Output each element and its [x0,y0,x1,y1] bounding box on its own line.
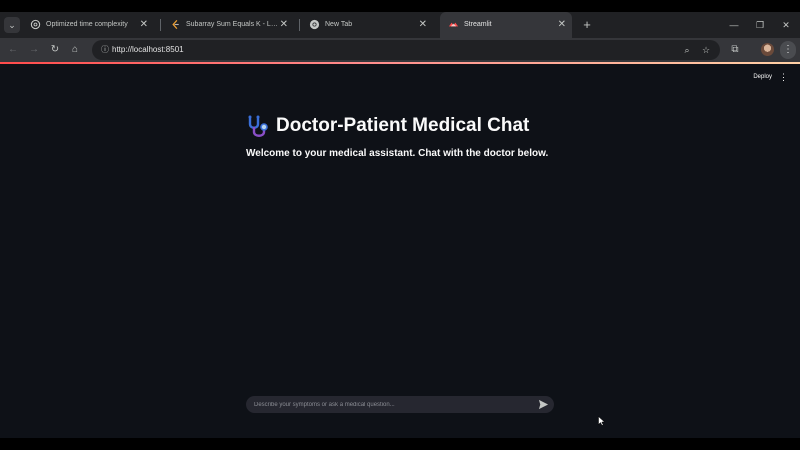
streamlit-app: Deploy ⋮ Doctor-Patient Medical Chat Wel… [0,64,800,438]
address-bar[interactable]: ⓘ http://localhost:8501 ⌕ ☆ [92,40,720,60]
openai-icon [30,19,41,30]
home-icon[interactable]: ⌂ [67,42,83,58]
browser-toolbar: ← → ↻ ⌂ ⓘ http://localhost:8501 ⌕ ☆ ⧉ ⋮ [0,38,800,62]
close-tab-icon[interactable]: ✕ [419,12,427,38]
tab-label: Optimized time complexity [46,21,128,28]
forward-icon[interactable]: → [26,42,42,58]
chat-input-container [246,396,554,413]
back-icon[interactable]: ← [5,42,21,58]
send-icon[interactable] [538,399,549,410]
address-url[interactable]: http://localhost:8501 [112,40,184,60]
mouse-cursor-icon [598,416,606,426]
tab-label: Subarray Sum Equals K - LeetCode [186,21,278,28]
browser-menu-icon[interactable]: ⋮ [780,41,796,59]
tab-new-tab[interactable]: New Tab ✕ [301,12,433,38]
close-window-icon[interactable]: ✕ [773,12,799,38]
tab-leetcode[interactable]: Subarray Sum Equals K - LeetCode ✕ [162,12,294,38]
streamlit-icon [448,22,459,27]
close-tab-icon[interactable]: ✕ [140,12,148,38]
close-tab-icon[interactable]: ✕ [280,12,288,38]
app-menu-icon[interactable]: ⋮ [779,72,788,83]
tab-divider [160,19,161,31]
zoom-icon[interactable]: ⌕ [680,43,694,57]
tab-optimized-time-complexity[interactable]: Optimized time complexity ✕ [22,12,154,38]
chrome-icon [309,19,320,30]
tab-label: New Tab [325,21,353,28]
new-tab-button[interactable]: + [580,16,594,34]
deploy-button[interactable]: Deploy [753,74,772,80]
close-tab-icon[interactable]: ✕ [558,12,566,38]
tab-search-icon[interactable]: ⌄ [4,17,20,33]
minimize-icon[interactable]: — [721,12,747,38]
reload-icon[interactable]: ↻ [47,42,63,58]
tab-divider [299,19,300,31]
profile-avatar[interactable] [761,43,774,56]
tab-streamlit[interactable]: Streamlit ✕ [440,12,572,38]
bookmark-star-icon[interactable]: ☆ [699,43,713,57]
tab-label: Streamlit [464,21,492,28]
chat-input[interactable] [254,396,524,413]
page-subtitle: Welcome to your medical assistant. Chat … [246,148,549,159]
leetcode-icon [172,19,179,30]
site-info-icon[interactable]: ⓘ [98,43,112,57]
browser-tabstrip: ⌄ Optimized time complexity ✕ Subarray S… [0,12,800,38]
page-title: Doctor-Patient Medical Chat [276,115,530,136]
restore-icon[interactable]: ❐ [747,12,773,38]
top-black-bar [0,0,800,12]
extensions-icon[interactable]: ⧉ [727,42,743,58]
bottom-black-bar [0,438,800,450]
stethoscope-icon [248,115,268,137]
